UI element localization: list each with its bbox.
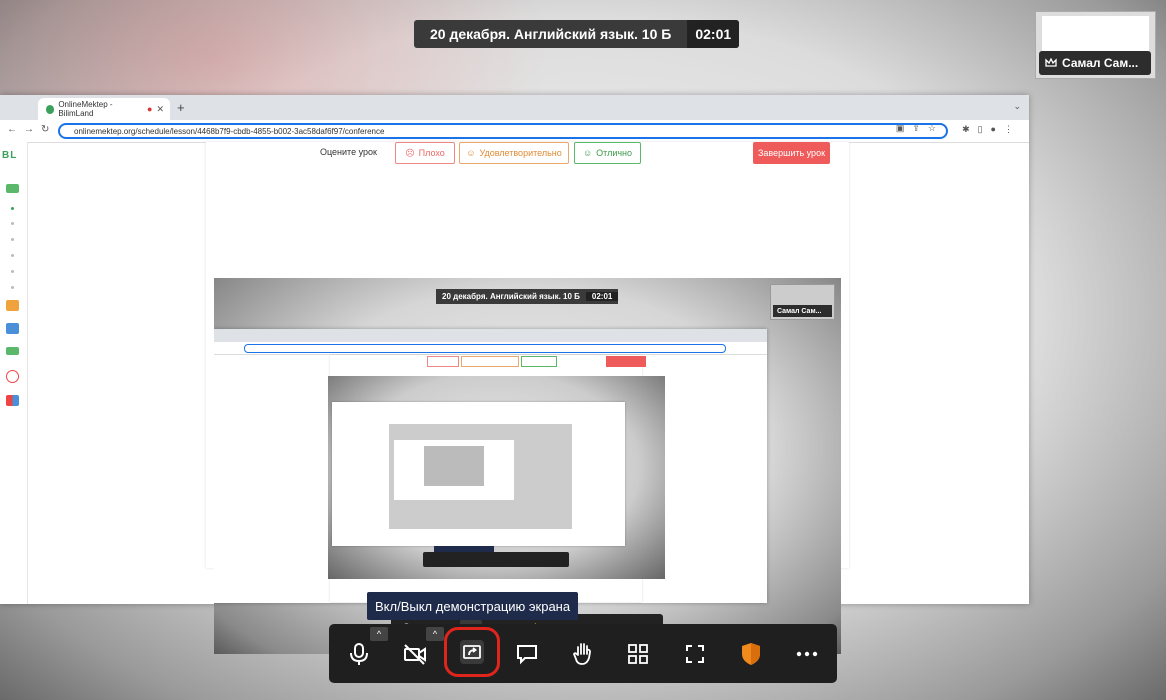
monitor-icon[interactable]: [6, 184, 19, 193]
meeting-toolbar: ^ ^: [329, 624, 837, 683]
screen-share-button[interactable]: [444, 627, 500, 677]
mic-button[interactable]: [343, 638, 375, 670]
browser-tabstrip: OnlineMektep - BilimLand ● ✕ + ⌄: [0, 95, 1029, 120]
nested-level4-window: [394, 440, 514, 500]
inner-meeting-title: 20 декабря. Английский язык. 10 Б: [442, 292, 580, 301]
meeting-title: 20 декабря. Английский язык. 10 Б: [430, 26, 672, 42]
close-tab-icon[interactable]: ✕: [156, 104, 164, 115]
grid-icon: [628, 644, 648, 664]
shared-browser-window: OnlineMektep - BilimLand ● ✕ + ⌄ ← → ↻ o…: [0, 95, 1029, 654]
end-lesson-label: Завершить урок: [757, 148, 826, 158]
new-tab-icon[interactable]: +: [177, 100, 185, 115]
more-icon: [796, 651, 818, 657]
inner-meeting-title-bar: 20 декабря. Английский язык. 10 Б 02:01: [436, 289, 619, 304]
more-button[interactable]: [791, 638, 823, 670]
participant-name: Самал Сам...: [1062, 56, 1139, 70]
rate-bad-button[interactable]: ☹ Плохо: [395, 142, 455, 164]
sad-face-icon: ☹: [405, 147, 415, 158]
recording-icon: ●: [147, 104, 153, 114]
inner-meeting-timer: 02:01: [585, 292, 619, 301]
meeting-title-bar: 20 декабря. Английский язык. 10 Б 02:01: [414, 20, 740, 48]
fullscreen-icon: [686, 645, 704, 663]
url-text: onlinemektep.org/schedule/lesson/4468b7f…: [74, 126, 385, 136]
browser-tab[interactable]: OnlineMektep - BilimLand ● ✕: [38, 98, 170, 120]
sidebar-dot[interactable]: [11, 254, 14, 257]
neutral-face-icon: ☺: [466, 148, 476, 158]
screen-share-icon: [463, 645, 481, 659]
happy-face-icon: ☺: [582, 148, 593, 158]
participant-thumbnail[interactable]: Самал Сам...: [1035, 11, 1156, 79]
inner-participant-name: Самал Сам...: [773, 305, 832, 317]
nested-address-bar: [214, 342, 767, 355]
nested-level3-window: [332, 402, 625, 546]
sidebar-dot[interactable]: [11, 238, 14, 241]
layout-button[interactable]: [622, 638, 654, 670]
security-button[interactable]: [735, 638, 767, 670]
sidebar-dot[interactable]: [11, 207, 14, 210]
crown-icon: [1045, 58, 1057, 67]
rate-ok-button[interactable]: ☺ Удовлетворительно: [459, 142, 569, 164]
sidebar-dot[interactable]: [11, 222, 14, 225]
nested-level3-share: [389, 424, 572, 529]
nested-browser-window: [214, 329, 767, 603]
tab-menu-icon[interactable]: ⌄: [1013, 101, 1021, 112]
rate-ok-label: Удовлетворительно: [479, 148, 562, 158]
nested-level4-share: [424, 446, 484, 486]
end-lesson-button[interactable]: Завершить урок: [753, 142, 830, 164]
participant-label: Самал Сам...: [1039, 51, 1151, 75]
nested-screen-share: [328, 376, 665, 579]
shield-icon: [742, 643, 760, 665]
nested-rate-buttons: [330, 355, 646, 367]
hand-icon: [573, 643, 591, 665]
forward-icon[interactable]: →: [24, 124, 34, 135]
camera-button[interactable]: [399, 638, 431, 670]
chat-icon: [517, 645, 537, 665]
apps-icon[interactable]: [6, 395, 19, 406]
raise-hand-button[interactable]: [567, 638, 599, 670]
bilimland-logo: BL: [2, 150, 18, 161]
nested-tabstrip: [214, 329, 767, 342]
nested-toolbar: [423, 552, 569, 567]
sidebar-dot[interactable]: [11, 286, 14, 289]
microphone-icon: [350, 643, 368, 665]
sidebar-dot[interactable]: [11, 270, 14, 273]
browser-tab-title: OnlineMektep - BilimLand: [58, 100, 113, 118]
screen-share-active-bg: [460, 640, 484, 664]
rate-bad-label: Плохо: [418, 148, 445, 158]
meeting-timer: 02:01: [687, 20, 740, 48]
camera-off-icon: [404, 644, 426, 665]
help-icon[interactable]: [6, 370, 19, 383]
certificate-icon[interactable]: [6, 347, 19, 355]
app-sidebar: BL: [0, 142, 28, 604]
rate-good-label: Отлично: [596, 148, 633, 158]
rate-good-button[interactable]: ☺ Отлично: [574, 142, 641, 164]
fullscreen-button[interactable]: [679, 638, 711, 670]
chat-button[interactable]: [511, 638, 543, 670]
rate-lesson-label: Оцените урок: [320, 147, 377, 157]
teacher-icon[interactable]: [6, 300, 19, 311]
favicon-icon: [46, 104, 55, 114]
back-icon[interactable]: ←: [7, 124, 17, 135]
url-tools-icons[interactable]: ▣⇪☆: [896, 123, 944, 134]
reload-icon[interactable]: ↻: [41, 124, 49, 135]
screen-share-tooltip: Вкл/Выкл демонстрацию экрана: [367, 592, 579, 620]
address-bar: ← → ↻ onlinemektep.org/schedule/lesson/4…: [0, 120, 1029, 143]
extensions-icons[interactable]: ✱▯●⋮: [962, 124, 1021, 135]
thumbnail-preview: [1042, 16, 1149, 56]
inner-participant-thumbnail: Самал Сам...: [770, 284, 835, 320]
url-field[interactable]: onlinemektep.org/schedule/lesson/4468b7f…: [58, 123, 948, 139]
school-icon[interactable]: [6, 323, 19, 334]
